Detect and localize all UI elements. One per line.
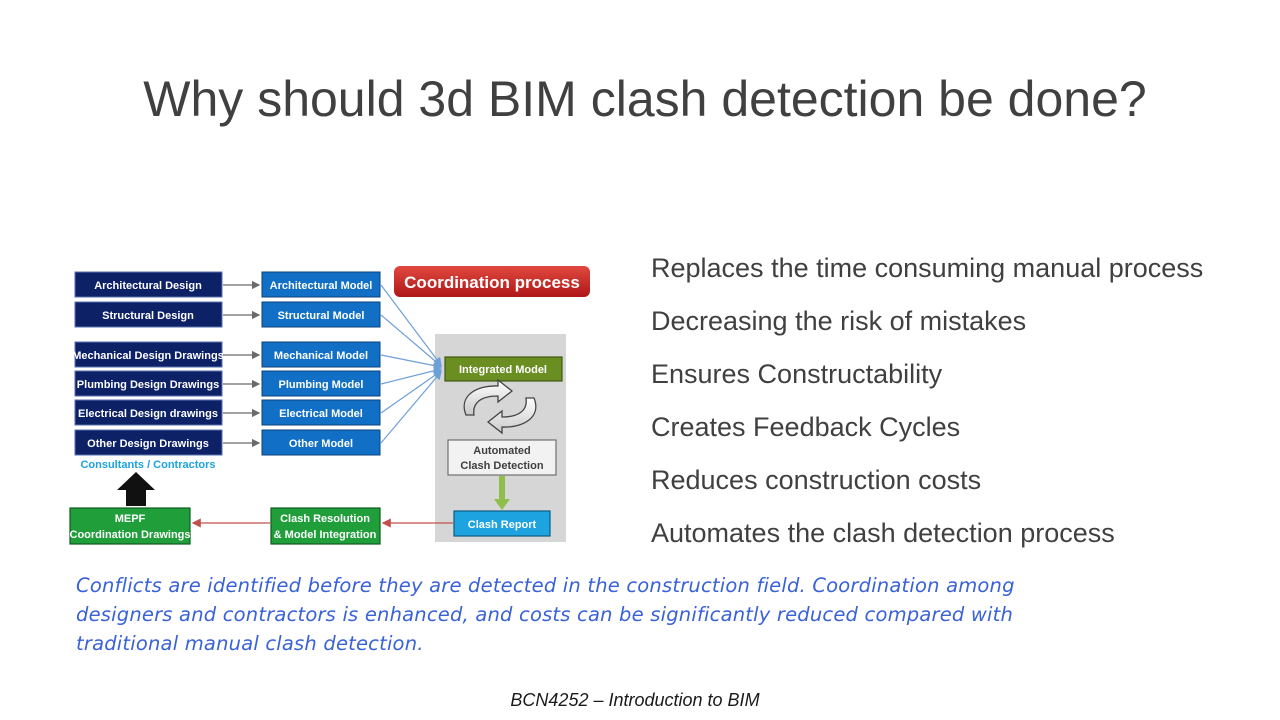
coordination-process-diagram: Architectural Design Structural Design M… <box>69 266 590 545</box>
model-label-structural: Structural Model <box>278 310 365 322</box>
automated-detection-line1: Automated <box>473 445 530 457</box>
design-label-electrical: Electrical Design drawings <box>78 408 218 420</box>
clash-resolution-line1: Clash Resolution <box>280 513 370 525</box>
consultants-label: Consultants / Contractors <box>80 459 215 471</box>
mepf-line2: Coordination Drawings <box>70 529 191 541</box>
automated-detection-line2: Clash Detection <box>460 460 543 472</box>
bullet-list: Replaces the time consuming manual proce… <box>651 248 1203 566</box>
bullet-item: Replaces the time consuming manual proce… <box>651 253 1204 283</box>
design-label-mechanical: Mechanical Design Drawings <box>72 350 224 362</box>
bullet-item: Reduces construction costs <box>651 465 982 495</box>
bullet-item: Ensures Constructability <box>651 359 943 389</box>
design-boxes: Architectural Design Structural Design M… <box>72 271 224 456</box>
integrated-model-label: Integrated Model <box>459 364 547 376</box>
design-to-model-arrows <box>223 280 261 448</box>
design-label-other: Other Design Drawings <box>87 438 209 450</box>
mepf-to-consultants-arrow <box>117 472 155 506</box>
model-label-architectural: Architectural Model <box>270 280 373 292</box>
model-label-other: Other Model <box>289 438 353 450</box>
bullet-item: Decreasing the risk of mistakes <box>651 306 1027 336</box>
model-label-mechanical: Mechanical Model <box>274 350 368 362</box>
model-to-integrated-arrows <box>380 284 443 444</box>
bullet-item: Automates the clash detection process <box>651 518 1115 548</box>
bullet-item: Creates Feedback Cycles <box>651 412 961 442</box>
design-label-architectural: Architectural Design <box>94 280 202 292</box>
summary-note: Conflicts are identified before they are… <box>76 574 1015 655</box>
design-label-plumbing: Plumbing Design Drawings <box>77 379 219 391</box>
design-label-structural: Structural Design <box>102 310 194 322</box>
clash-report-label: Clash Report <box>468 519 537 531</box>
model-boxes: Architectural Model Structural Model Mec… <box>261 271 381 456</box>
footer-course-label: BCN4252 – Introduction to BIM <box>510 690 760 710</box>
model-label-electrical: Electrical Model <box>279 408 363 420</box>
model-label-plumbing: Plumbing Model <box>279 379 364 391</box>
mepf-line1: MEPF <box>115 513 146 525</box>
clash-resolution-line2: & Model Integration <box>274 529 377 541</box>
coordination-banner-label: Coordination process <box>404 273 580 292</box>
